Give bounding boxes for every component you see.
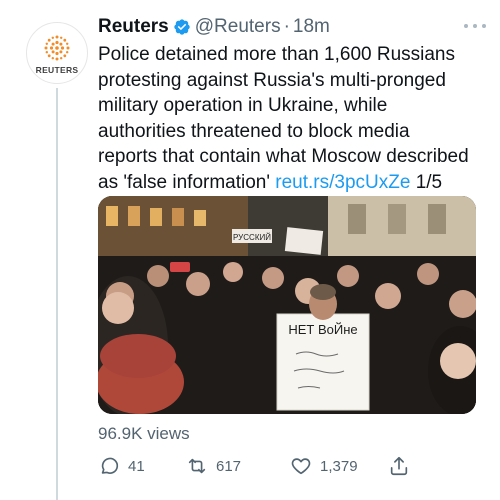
like-icon: [291, 458, 311, 475]
like-count: 1,379: [320, 457, 358, 475]
tweet-timestamp[interactable]: 18m: [293, 16, 330, 38]
avatar[interactable]: REUTERS: [26, 22, 88, 84]
view-count: 96.9K views: [98, 424, 190, 443]
retweet-count: 617: [216, 457, 242, 475]
share-icon: [390, 456, 408, 476]
tweet-text-line: reports that contain what Moscow describ…: [98, 146, 469, 167]
tweet-text-fragment: as 'false information': [98, 171, 276, 193]
verified-badge-icon: [174, 19, 190, 35]
tweet-text-last-line: as 'false information' reut.rs/3pcUxZe 1…: [98, 170, 492, 196]
avatar-brand-label: REUTERS: [35, 64, 79, 75]
tweet-actions: 41 617 1,379: [98, 452, 418, 480]
tweet-photo[interactable]: РУССКИЙ НЕТ ВоЙне: [98, 196, 476, 414]
tweet-text: Police detained more than 1,600 Russians…: [98, 42, 492, 195]
thread-line: [56, 88, 58, 500]
retweet-icon: [188, 458, 206, 474]
reply-icon: [101, 457, 119, 474]
share-button[interactable]: [388, 452, 418, 480]
header-separator: ·: [283, 16, 290, 37]
reply-count: 41: [128, 457, 145, 475]
tweet-text-line: military operation in Ukraine, while: [98, 95, 388, 116]
author-name[interactable]: Reuters: [98, 16, 169, 38]
tweet-header: Reuters @Reuters · 18m: [98, 14, 486, 40]
tweet-text-line: protesting against Russia's multi-pronge…: [98, 69, 446, 91]
more-dots-icon[interactable]: [464, 16, 486, 36]
article-link[interactable]: reut.rs/3pcUxZe: [275, 172, 410, 193]
main-protest-sign: НЕТ ВоЙне: [288, 322, 357, 337]
small-protest-sign: РУССКИЙ: [233, 233, 271, 242]
thread-counter: 1/5: [410, 171, 443, 193]
reply-button[interactable]: 41: [98, 452, 145, 480]
tweet[interactable]: REUTERS Reuters @Reuters · 18m Police de…: [0, 0, 500, 500]
protest-photo: РУССКИЙ НЕТ ВоЙне: [98, 196, 476, 414]
retweet-button[interactable]: 617: [186, 452, 241, 480]
reuters-logo-icon: [44, 35, 70, 60]
tweet-text-line: authorities threatened to block media: [98, 120, 410, 142]
like-button[interactable]: 1,379: [290, 452, 358, 480]
tweet-text-line: Police detained more than 1,600 Russians: [98, 44, 456, 65]
author-handle[interactable]: @Reuters: [195, 16, 281, 38]
